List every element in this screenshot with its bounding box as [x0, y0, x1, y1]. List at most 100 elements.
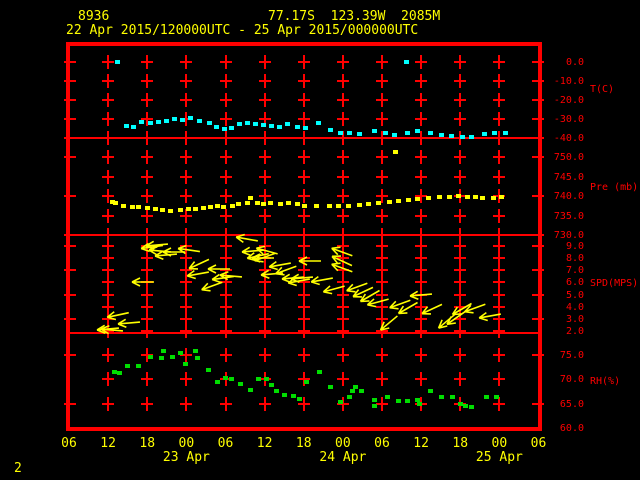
pressure-data-point [302, 204, 308, 209]
grid-tick-horizontal [180, 80, 193, 82]
axis-edge-tick-right [532, 354, 544, 356]
pressure-data-point [130, 204, 136, 209]
pressure-data-point [366, 202, 372, 207]
grid-tick-horizontal [454, 257, 467, 260]
grid-tick-horizontal [454, 245, 467, 247]
pressure-data-point [472, 195, 478, 200]
grid-tick-horizontal [102, 402, 115, 405]
grid-tick-horizontal [297, 175, 310, 178]
grid-tick-horizontal [376, 269, 388, 272]
grid-tick-horizontal [180, 378, 193, 381]
grid-tick-horizontal [258, 330, 271, 332]
rh-data-point [269, 383, 275, 388]
temperature-data-point [316, 120, 322, 125]
pressure-data-point [268, 201, 274, 206]
grid-tick-horizontal [297, 234, 310, 236]
y-axis-tick-label: 8.0 [565, 253, 584, 265]
wind-arrow-icon [219, 271, 243, 281]
grid-tick-horizontal [376, 175, 388, 178]
temperature-data-point [356, 132, 362, 136]
axis-edge-tick-right [532, 234, 544, 236]
pressure-data-point [235, 202, 241, 207]
temperature-data-point [222, 127, 228, 132]
grid-tick-horizontal [180, 137, 193, 139]
wind-arrow [217, 267, 246, 285]
pressure-data-point [393, 149, 399, 154]
grid-tick-horizontal [415, 118, 428, 120]
rh-data-point [248, 388, 254, 393]
pressure-data-point [261, 202, 267, 207]
grid-tick-horizontal [258, 317, 271, 320]
temperature-data-point [207, 120, 213, 125]
temperature-data-point [295, 124, 301, 129]
y-axis-unit-label: T(C) [590, 84, 615, 95]
grid-tick-horizontal [180, 305, 193, 308]
pressure-data-point [207, 204, 213, 209]
grid-tick-horizontal [493, 354, 506, 356]
grid-tick-horizontal [336, 378, 349, 381]
grid-tick-horizontal [415, 80, 428, 82]
rh-data-point [463, 404, 469, 409]
pressure-data-point [295, 202, 301, 207]
grid-tick-horizontal [102, 234, 115, 236]
grid-tick-horizontal [454, 61, 467, 63]
grid-tick-horizontal [297, 156, 310, 158]
temperature-data-point [269, 124, 275, 129]
grid-tick-horizontal [141, 175, 154, 178]
pressure-data-point [177, 208, 183, 213]
axis-edge-tick-right [532, 61, 544, 63]
grid-tick-horizontal [376, 61, 388, 63]
grid-tick-horizontal [493, 118, 506, 120]
grid-tick-horizontal [493, 80, 506, 82]
pressure-data-point [186, 206, 192, 211]
grid-tick-horizontal [493, 99, 506, 101]
grid-tick-horizontal [102, 61, 115, 63]
temperature-data-point [382, 131, 388, 136]
y-axis-tick-label: 6.0 [565, 277, 584, 289]
pressure-data-point [480, 195, 486, 200]
grid-tick-horizontal [493, 156, 506, 158]
rh-data-point [158, 355, 164, 360]
axis-edge-tick-right [532, 99, 544, 101]
temperature-data-point [124, 124, 130, 129]
y-axis-tick-label: 70.0 [559, 374, 584, 386]
grid-tick-horizontal [336, 305, 349, 308]
grid-tick-horizontal [336, 195, 349, 197]
grid-tick-horizontal [454, 281, 467, 284]
axis-edge-tick-right [532, 269, 544, 272]
x-axis-tick-label: 12 [256, 436, 273, 451]
rh-data-point [469, 405, 475, 410]
grid-tick-horizontal [297, 245, 310, 247]
rh-data-point [494, 394, 500, 399]
grid-tick-horizontal [336, 99, 349, 101]
grid-tick-horizontal [219, 61, 232, 63]
grid-tick-horizontal [258, 354, 271, 356]
grid-tick-horizontal [415, 214, 428, 217]
pressure-data-point [406, 197, 412, 202]
axis-edge-tick-left [64, 269, 76, 272]
grid-tick-horizontal [376, 118, 388, 120]
grid-tick-horizontal [336, 80, 349, 82]
temperature-data-point [156, 120, 162, 125]
grid-tick-horizontal [219, 305, 232, 308]
pressure-data-point [245, 201, 251, 206]
grid-tick-horizontal [415, 354, 428, 356]
grid-tick-horizontal [180, 214, 193, 217]
grid-tick-horizontal [102, 195, 115, 197]
axis-edge-tick-left [64, 195, 76, 197]
grid-tick-horizontal [297, 61, 310, 63]
rh-data-point [296, 396, 302, 401]
axis-edge-tick-right [532, 137, 544, 139]
grid-tick-horizontal [415, 378, 428, 381]
meteogram-screen: 8936 77.17S 123.39W 2085M 22 Apr 2015/12… [0, 0, 640, 480]
temperature-data-point [438, 132, 444, 137]
temperature-data-point [115, 60, 121, 64]
rh-data-point [371, 397, 377, 402]
temperature-data-point [261, 123, 267, 128]
axis-edge-tick-right [532, 80, 544, 82]
temperature-data-point [197, 119, 203, 124]
rh-data-point [263, 376, 269, 381]
grid-tick-horizontal [415, 156, 428, 158]
grid-tick-horizontal [258, 175, 271, 178]
grid-tick-horizontal [493, 402, 506, 405]
